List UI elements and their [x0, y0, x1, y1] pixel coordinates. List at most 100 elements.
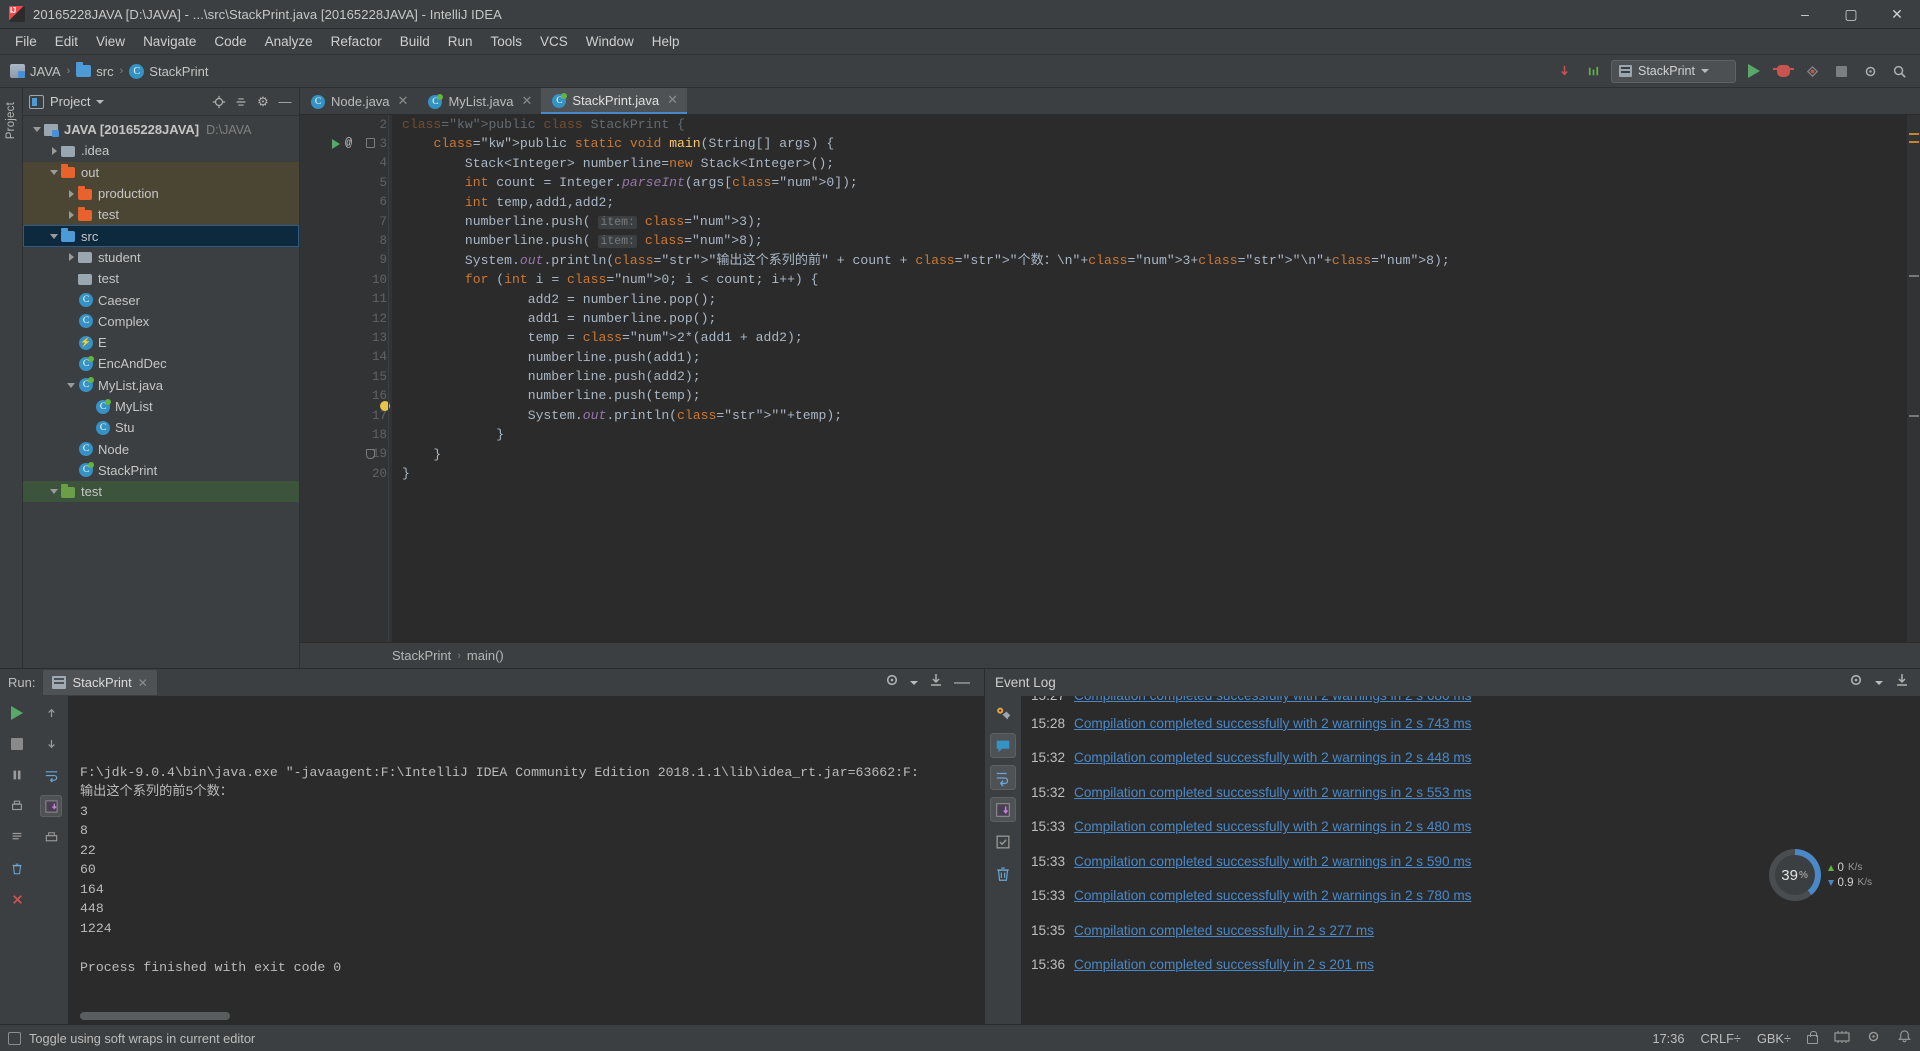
use-soft-wraps-toggle[interactable]	[40, 795, 62, 817]
tree-node-out[interactable]: out	[23, 161, 299, 183]
menu-item-window[interactable]: Window	[577, 31, 643, 52]
trash-button[interactable]	[6, 857, 28, 879]
gutter-line-7[interactable]: 7	[300, 212, 392, 231]
gutter-line-14[interactable]: 14	[300, 348, 392, 367]
code-line-6[interactable]: int temp,add1,add2;	[402, 193, 1907, 212]
tree-node-java--20165228java-[interactable]: JAVA [20165228JAVA] D:\JAVA	[23, 119, 299, 140]
close-icon[interactable]: ✕	[398, 93, 409, 109]
code-line-20[interactable]: }	[402, 464, 1907, 483]
memory-usage-donut[interactable]: 39%	[1768, 849, 1821, 901]
event-log-row[interactable]: 15:35 Compilation completed successfully …	[1021, 913, 1920, 948]
coverage-button[interactable]	[1801, 60, 1823, 82]
menu-item-tools[interactable]: Tools	[482, 31, 532, 52]
code-line-7[interactable]: numberline.push( item: class="num">3);	[402, 212, 1907, 231]
tree-node-student[interactable]: student	[23, 247, 299, 268]
run-settings-icon[interactable]	[884, 672, 900, 693]
gutter-line-20[interactable]: 20	[300, 464, 392, 483]
run-button[interactable]	[1743, 60, 1765, 82]
event-log-row[interactable]: 15:32 Compilation completed successfully …	[1021, 775, 1920, 810]
event-log-message-link[interactable]: Compilation completed successfully with …	[1074, 696, 1471, 703]
code-line-12[interactable]: add1 = numberline.pop();	[402, 309, 1907, 328]
gutter-line-19[interactable]: 19	[300, 445, 392, 464]
print-button[interactable]	[6, 795, 28, 817]
code-line-2[interactable]: class="kw">public class StackPrint {	[402, 115, 1907, 134]
close-console-button[interactable]	[6, 888, 28, 910]
menu-item-refactor[interactable]: Refactor	[322, 31, 391, 52]
tree-node-test[interactable]: test	[23, 204, 299, 226]
editor-marker-strip[interactable]	[1907, 115, 1920, 642]
debug-button[interactable]	[1772, 60, 1794, 82]
tree-node-production[interactable]: production	[23, 182, 299, 205]
gutter-line-13[interactable]: 13	[300, 328, 392, 347]
chevron-right-icon[interactable]	[65, 188, 77, 200]
code-line-18[interactable]: }	[402, 425, 1907, 444]
code-line-19[interactable]: }	[402, 445, 1907, 464]
event-log-message-link[interactable]: Compilation completed successfully in 2 …	[1074, 957, 1374, 972]
tree-node-node[interactable]: C Node	[23, 438, 299, 459]
tree-node-mylist-java[interactable]: C MyList.java	[23, 375, 299, 396]
close-button[interactable]: ✕	[1874, 0, 1920, 29]
maximize-button[interactable]: ▢	[1828, 0, 1874, 29]
soft-wrap-button[interactable]	[40, 764, 62, 786]
code-line-10[interactable]: for (int i = class="num">0; i < count; i…	[402, 270, 1907, 289]
gutter-line-4[interactable]: 4	[300, 154, 392, 173]
menu-item-navigate[interactable]: Navigate	[134, 31, 205, 52]
event-log-message-link[interactable]: Compilation completed successfully with …	[1074, 819, 1471, 834]
chevron-down-icon[interactable]	[48, 486, 60, 498]
breadcrumb-class[interactable]: StackPrint	[392, 648, 451, 663]
code-line-5[interactable]: int count = Integer.parseInt(args[class=…	[402, 173, 1907, 192]
tree-node--idea[interactable]: .idea	[23, 140, 299, 161]
stop-process-button[interactable]	[6, 733, 28, 755]
hide-panel-icon[interactable]: —	[954, 674, 970, 692]
autoscroll-icon[interactable]	[990, 797, 1016, 822]
code-line-15[interactable]: numberline.push(add2);	[402, 367, 1907, 386]
gutter-line-8[interactable]: 8	[300, 231, 392, 250]
close-icon[interactable]: ✕	[138, 676, 148, 690]
tree-node-test[interactable]: test	[23, 481, 299, 503]
breadcrumb-method[interactable]: main()	[467, 648, 504, 663]
editor-tab-mylist-java[interactable]: C MyList.java ✕	[417, 88, 541, 114]
chevron-right-icon[interactable]	[48, 145, 60, 157]
tree-node-complex[interactable]: C Complex	[23, 311, 299, 332]
chevron-down-icon[interactable]	[1875, 680, 1883, 685]
notification-icon[interactable]	[1897, 1029, 1912, 1047]
event-log-row[interactable]: 15:36 Compilation completed successfully …	[1021, 948, 1920, 983]
override-annotation-icon[interactable]: @	[345, 136, 352, 150]
event-log-row[interactable]: 15:32 Compilation completed successfully …	[1021, 741, 1920, 776]
run-configuration-selector[interactable]: StackPrint	[1611, 59, 1736, 83]
minimize-button[interactable]: –	[1782, 0, 1828, 29]
gutter-line-10[interactable]: 10	[300, 270, 392, 289]
editor-gutter[interactable]: 2 3 @ 4 5 6 7 8 9 10 11 12 13 14 15 16 17 18 19 20	[300, 115, 392, 642]
gutter-line-5[interactable]: 5	[300, 173, 392, 192]
menu-item-vcs[interactable]: VCS	[531, 31, 577, 52]
run-gutter-icon[interactable]	[332, 139, 340, 150]
code-line-4[interactable]: Stack<Integer> numberline=new Stack<Inte…	[402, 154, 1907, 173]
tree-node-encanddec[interactable]: C EncAndDec	[23, 353, 299, 374]
rerun-button[interactable]	[6, 702, 28, 724]
settings-button[interactable]	[1859, 60, 1881, 82]
gutter-line-11[interactable]: 11	[300, 290, 392, 309]
event-log-message-link[interactable]: Compilation completed successfully with …	[1074, 750, 1471, 765]
code-line-16[interactable]: numberline.push(temp);	[402, 386, 1907, 405]
menu-item-analyze[interactable]: Analyze	[256, 31, 322, 52]
event-log-hide-icon[interactable]	[1894, 672, 1910, 693]
event-log-message-link[interactable]: Compilation completed successfully with …	[1074, 854, 1471, 869]
lock-icon[interactable]	[1807, 1031, 1818, 1044]
chevron-down-icon[interactable]	[48, 166, 60, 178]
checkbox-icon[interactable]	[990, 829, 1016, 854]
tree-node-src[interactable]: src	[23, 225, 299, 247]
chevron-down-icon[interactable]	[910, 680, 918, 685]
pause-button[interactable]	[6, 764, 28, 786]
tree-node-caeser[interactable]: C Caeser	[23, 289, 299, 310]
editor-tab-node-java[interactable]: C Node.java ✕	[300, 88, 417, 114]
gutter-line-12[interactable]: 12	[300, 309, 392, 328]
menu-item-edit[interactable]: Edit	[46, 31, 87, 52]
console-horizontal-scrollbar[interactable]	[80, 1012, 230, 1020]
print-console-button[interactable]	[40, 826, 62, 848]
chevron-down-icon[interactable]	[48, 230, 60, 242]
update-project-button[interactable]	[1553, 60, 1575, 82]
tree-node-e[interactable]: ⚡ E	[23, 332, 299, 353]
event-log-row[interactable]: 15:33 Compilation completed successfully …	[1021, 810, 1920, 845]
code-line-14[interactable]: numberline.push(add1);	[402, 348, 1907, 367]
gutter-line-15[interactable]: 15	[300, 367, 392, 386]
